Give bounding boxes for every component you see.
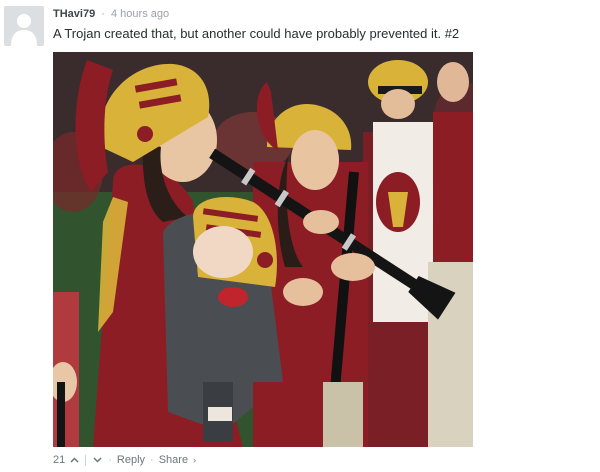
- footer-dot: ·: [150, 454, 154, 466]
- reply-button[interactable]: Reply: [117, 454, 145, 466]
- default-user-icon: [4, 6, 44, 46]
- vote-divider: [85, 454, 87, 466]
- share-label: Share: [158, 454, 189, 466]
- downvote-button[interactable]: [91, 454, 103, 466]
- avatar[interactable]: [4, 6, 44, 46]
- comment-text: A Trojan created that, but another could…: [53, 26, 460, 41]
- chevron-right-icon: ›: [193, 455, 197, 465]
- upvote-button[interactable]: [68, 454, 80, 466]
- chevron-down-icon: [93, 457, 102, 463]
- comment-header: THavi79 · 4 hours ago: [53, 8, 169, 22]
- header-separator: ·: [101, 8, 105, 20]
- chevron-up-icon: [70, 457, 79, 463]
- band-photo-illustration: [53, 52, 473, 447]
- comment-footer: 21 · Reply · Share ›: [53, 453, 196, 467]
- footer-dot: ·: [108, 454, 112, 466]
- comment-photo[interactable]: [53, 52, 473, 447]
- vote-count: 21: [53, 454, 66, 466]
- username-link[interactable]: THavi79: [53, 8, 95, 20]
- timestamp-link[interactable]: 4 hours ago: [111, 8, 169, 20]
- share-button[interactable]: Share ›: [159, 454, 196, 466]
